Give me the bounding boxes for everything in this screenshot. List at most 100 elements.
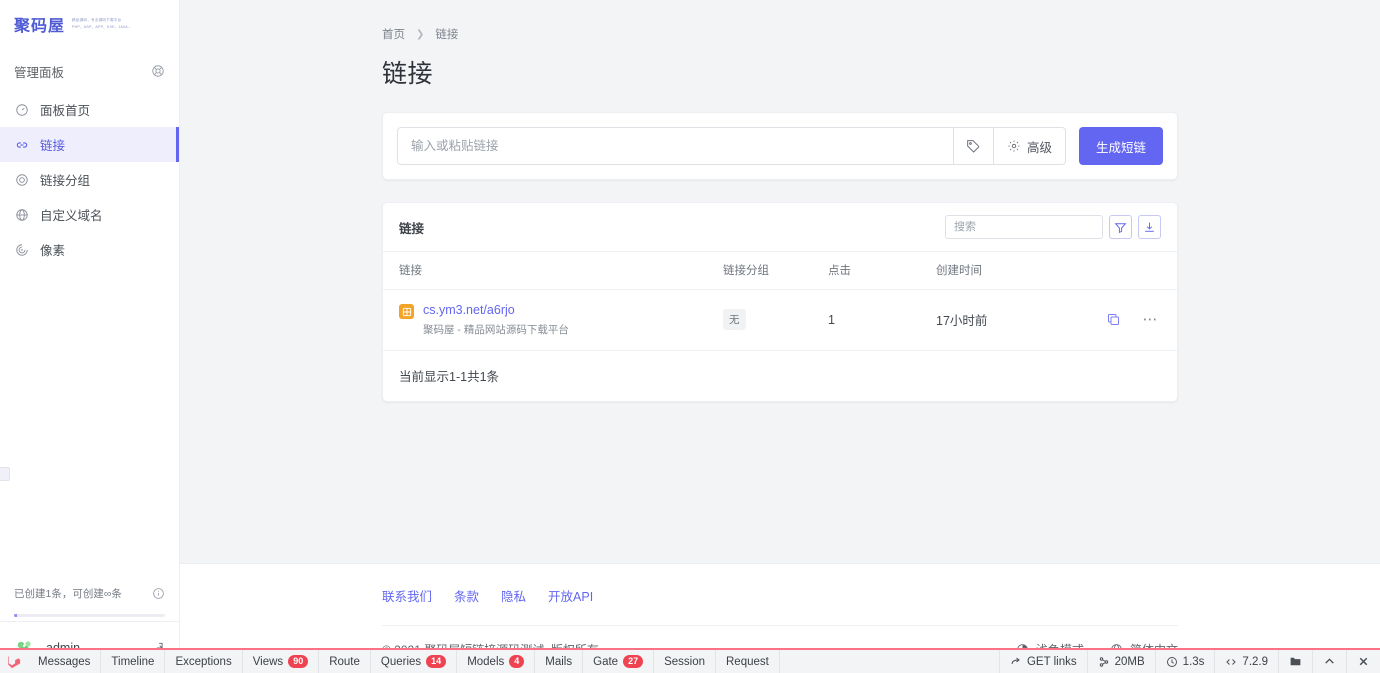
panel-header: 管理面板: [0, 54, 179, 88]
links-table-body: cs.ym3.net/a6rjo 聚码屋 - 精品网站源码下载平台 无 1 17…: [383, 289, 1177, 351]
quota-progress-bar: [14, 614, 165, 617]
clock-icon: [1166, 656, 1178, 668]
footer-links: 联系我们 条款 隐私 开放API: [382, 564, 1178, 625]
link-cell: cs.ym3.net/a6rjo 聚码屋 - 精品网站源码下载平台: [399, 303, 723, 337]
debug-php-version[interactable]: 7.2.9: [1214, 650, 1278, 673]
debug-tab-gate[interactable]: Gate 27: [583, 650, 655, 673]
debug-time[interactable]: 1.3s: [1154, 650, 1215, 673]
footer-link-api[interactable]: 开放API: [548, 586, 593, 605]
generate-short-link-button[interactable]: 生成短链: [1078, 127, 1163, 165]
links-table: 链接 链接分组 点击 创建时间 cs.ym3.net/a6rjo 聚码屋 - 精…: [383, 251, 1177, 351]
debug-tab-label: Request: [726, 655, 769, 668]
debug-tab-badge: 90: [288, 654, 309, 669]
sidebar-item-label: 面板首页: [40, 104, 91, 118]
laravel-icon[interactable]: [0, 650, 28, 673]
debug-tab-label: Views: [252, 655, 284, 668]
gear-icon: [1007, 139, 1021, 153]
chevron-up-icon[interactable]: [1312, 650, 1346, 673]
debugbar-right: GET links 20MB 1.3s 7.2.9: [998, 650, 1380, 673]
arrow-right-icon: [1010, 656, 1022, 668]
column-header-clicks: 点击: [828, 251, 936, 290]
filter-icon[interactable]: [1109, 215, 1132, 239]
debug-tab-timeline[interactable]: Timeline: [101, 650, 166, 673]
table-tools: [945, 215, 1161, 239]
debug-tab-badge: 14: [426, 654, 447, 669]
close-icon[interactable]: [1346, 650, 1380, 673]
tag-icon[interactable]: [953, 127, 994, 165]
sidebar-collapse-handle[interactable]: [0, 467, 10, 481]
link-url[interactable]: cs.ym3.net/a6rjo: [423, 303, 569, 318]
circles-icon: [14, 172, 29, 187]
links-table-card: 链接 搜索 链接 链接分组 点击 创建时间 cs.ym3.net/a6rjo 聚…: [382, 202, 1178, 402]
table-header-row: 链接 链接分组 点击 创建时间: [383, 251, 1177, 290]
debug-tab-label: Queries: [380, 655, 422, 668]
column-header-actions: [1076, 251, 1177, 290]
debug-tab-label: Messages: [38, 655, 91, 668]
sidebar-nav: 面板首页 链接 链接分组 自定义域名 像素: [0, 92, 179, 267]
folder-icon[interactable]: [1278, 650, 1312, 673]
debug-tab-route[interactable]: Route: [319, 650, 371, 673]
advanced-button[interactable]: 高级: [993, 127, 1066, 165]
debug-request-method[interactable]: GET links: [998, 650, 1087, 673]
table-title: 链接: [399, 221, 425, 236]
debug-memory[interactable]: 20MB: [1086, 650, 1155, 673]
more-horizontal-icon[interactable]: ⋯: [1143, 312, 1160, 327]
cell-clicks: 1: [828, 289, 936, 351]
footer-link-contact[interactable]: 联系我们: [382, 586, 432, 605]
debug-tab-models[interactable]: Models 4: [457, 650, 536, 673]
link-text-wrap: cs.ym3.net/a6rjo 聚码屋 - 精品网站源码下载平台: [423, 303, 569, 337]
sidebar: 聚码屋 精品源码，专业源码下载平台 PHP、ASP、APP、EXE、JAVA… …: [0, 0, 180, 673]
pixel-icon: [14, 242, 29, 257]
quota-row: 已创建1条，可创建∞条: [14, 586, 165, 601]
link-description: 聚码屋 - 精品网站源码下载平台: [423, 324, 569, 336]
debug-right-label: 7.2.9: [1242, 655, 1268, 668]
debug-tab-badge: 4: [509, 654, 525, 669]
download-icon[interactable]: [1138, 215, 1161, 239]
debug-tab-label: Gate: [593, 655, 619, 668]
info-icon[interactable]: [152, 587, 165, 600]
debug-tab-label: Session: [664, 655, 705, 668]
logo-subtitle-line2: PHP、ASP、APP、EXE、JAVA…: [72, 24, 132, 29]
code-icon: [1225, 656, 1237, 668]
debug-tab-views[interactable]: Views 90: [243, 650, 320, 673]
sidebar-item-custom-domain[interactable]: 自定义域名: [0, 197, 179, 232]
logo-subtitle-line1: 精品源码，专业源码下载平台: [72, 18, 122, 23]
page-title: 链接: [382, 60, 434, 88]
breadcrumb-current[interactable]: 链接: [435, 26, 458, 42]
footer-link-privacy[interactable]: 隐私: [501, 586, 526, 605]
sidebar-item-dashboard[interactable]: 面板首页: [0, 92, 179, 127]
logo-subtitle: 精品源码，专业源码下载平台 PHP、ASP、APP、EXE、JAVA…: [72, 18, 132, 30]
debug-tab-request[interactable]: Request: [716, 650, 780, 673]
debugbar: Messages Timeline Exceptions Views 90 Ro…: [0, 648, 1380, 673]
brand-logo[interactable]: 聚码屋 精品源码，专业源码下载平台 PHP、ASP、APP、EXE、JAVA…: [0, 0, 179, 48]
footer-link-terms[interactable]: 条款: [454, 586, 479, 605]
cell-link: cs.ym3.net/a6rjo 聚码屋 - 精品网站源码下载平台: [383, 289, 723, 351]
group-badge: 无: [723, 309, 746, 331]
cell-group: 无: [723, 289, 828, 351]
debug-tab-queries[interactable]: Queries 14: [371, 650, 458, 673]
advanced-label: 高级: [1026, 140, 1052, 155]
debug-tab-messages[interactable]: Messages: [28, 650, 102, 673]
sidebar-item-label: 链接分组: [40, 174, 91, 188]
column-header-group: 链接分组: [723, 251, 828, 290]
site-favicon: [399, 304, 414, 319]
pagination-summary: 当前显示1-1共1条: [399, 369, 500, 384]
debug-tab-exceptions[interactable]: Exceptions: [165, 650, 243, 673]
search-input[interactable]: [954, 221, 1094, 233]
url-input[interactable]: [411, 139, 940, 153]
copy-icon[interactable]: [1106, 312, 1121, 327]
debug-tab-session[interactable]: Session: [654, 650, 716, 673]
memory-icon: [1098, 656, 1110, 668]
debug-tab-mails[interactable]: Mails: [535, 650, 584, 673]
breadcrumb-home[interactable]: 首页: [382, 26, 405, 42]
sidebar-item-link-groups[interactable]: 链接分组: [0, 162, 179, 197]
debug-right-label: 1.3s: [1182, 655, 1205, 668]
sidebar-item-label: 自定义域名: [40, 209, 103, 223]
row-actions: ⋯: [1076, 312, 1177, 327]
sidebar-item-pixels[interactable]: 像素: [0, 232, 179, 267]
sidebar-item-links[interactable]: 链接: [0, 127, 179, 162]
gauge-icon: [14, 102, 29, 117]
debug-tab-label: Models: [467, 655, 505, 668]
support-icon[interactable]: [151, 64, 165, 78]
